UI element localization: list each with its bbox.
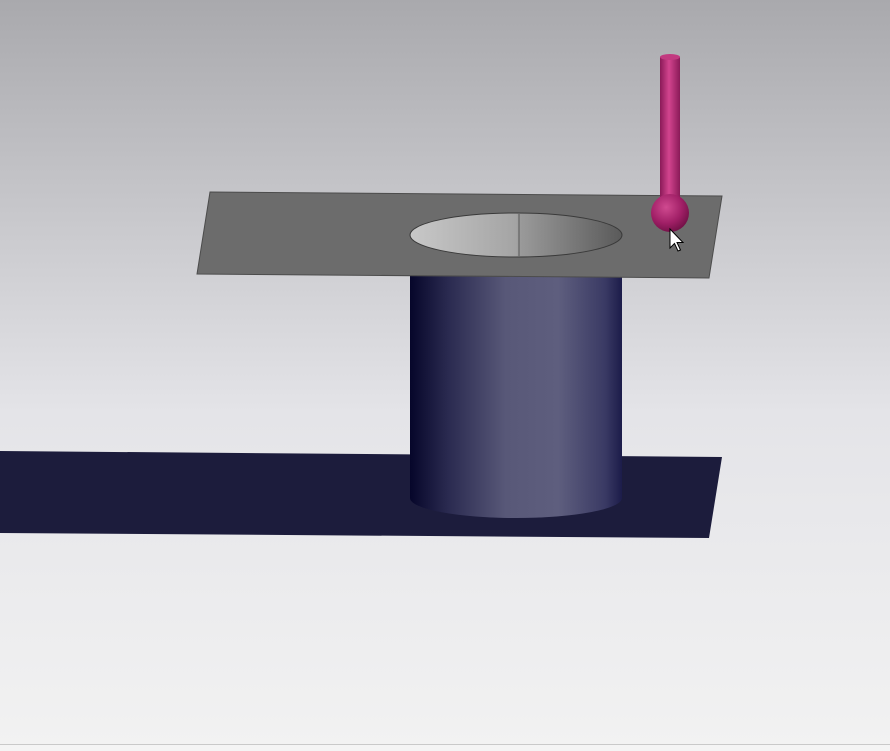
- 3d-scene[interactable]: [0, 0, 890, 751]
- status-strip: [0, 744, 890, 751]
- 3d-viewport[interactable]: [0, 0, 890, 751]
- cylinder[interactable]: [410, 276, 622, 518]
- circular-aperture[interactable]: [409, 212, 623, 258]
